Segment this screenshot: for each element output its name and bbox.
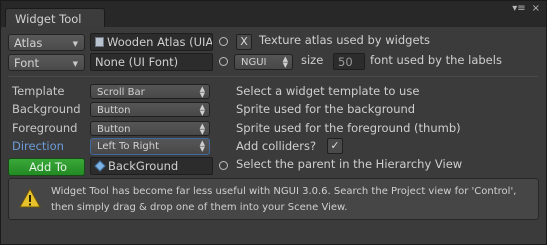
parent-object-field[interactable]: BackGround [90,157,213,175]
font-type-select[interactable]: NGUI ▲ ▼ [234,54,293,70]
atlas-button[interactable]: Atlas ▼ [8,34,85,51]
window-controls: ▾≡ × [512,4,540,14]
background-description: Sprite used for the background [236,102,416,116]
foreground-label: Foreground [12,121,78,135]
parent-picker-icon[interactable] [219,161,228,170]
gameobject-icon [94,160,106,172]
font-object-field[interactable]: None (UI Font) [90,53,213,71]
font-button-label: Font [14,56,40,70]
background-value: Button [97,105,131,116]
background-select[interactable]: Button ▲ ▼ [90,102,210,117]
template-value: Scroll Bar [97,87,145,98]
font-picker-icon[interactable] [219,57,228,66]
updown-arrows-icon: ▲ ▼ [282,55,288,69]
options-icon[interactable]: ▾≡ [512,4,525,14]
atlas-field-value: Wooden Atlas (UIA [107,35,213,49]
atlas-asset-icon [95,37,104,47]
updown-arrows-icon: ▲ ▼ [199,139,205,153]
updown-arrows-icon: ▲ ▼ [199,85,205,99]
foreground-description: Sprite used for the foreground (thumb) [236,121,461,135]
warning-icon [19,188,41,208]
font-size-label: size [301,53,324,67]
atlas-description: Texture atlas used by widgets [259,33,431,47]
tab-widget-tool[interactable]: Widget Tool [5,8,105,28]
widget-tool-window: Widget Tool ▾≡ × Atlas ▼ Wooden Atlas (U… [0,0,547,245]
background-label: Background [12,102,81,116]
warning-help-box: Widget Tool has become far less useful w… [8,178,539,220]
updown-arrows-icon: ▲ ▼ [199,103,205,117]
template-label: Template [12,84,65,98]
section-divider [8,76,538,77]
warning-message: Widget Tool has become far less useful w… [51,184,537,216]
parent-field-value: BackGround [108,159,179,173]
tool-content: Atlas ▼ Wooden Atlas (UIA X Texture atla… [1,27,546,244]
add-colliders-label: Add colliders? [236,139,317,153]
atlas-clear-button[interactable]: X [236,34,252,50]
close-icon[interactable]: × [532,4,540,14]
add-to-description: Select the parent in the Hierarchy View [236,157,463,171]
direction-label: Direction [12,139,64,153]
direction-value: Left To Right [97,141,160,152]
font-size-input[interactable]: 50 [333,53,365,70]
template-select[interactable]: Scroll Bar ▲ ▼ [90,84,210,99]
chevron-down-icon: ▼ [72,40,78,48]
add-to-button[interactable]: Add To [8,158,85,176]
updown-arrows-icon: ▲ ▼ [199,122,205,136]
template-description: Select a widget template to use [236,84,420,98]
warning-line-2: then simply drag & drop one of them into… [51,202,348,213]
atlas-button-label: Atlas [14,36,43,50]
atlas-object-field[interactable]: Wooden Atlas (UIA [90,33,213,51]
foreground-value: Button [97,124,131,135]
chevron-down-icon: ▼ [72,60,78,68]
add-colliders-checkbox[interactable]: ✓ [327,138,343,154]
font-button[interactable]: Font ▼ [8,54,85,71]
foreground-select[interactable]: Button ▲ ▼ [90,121,210,136]
warning-line-1: Widget Tool has become far less useful w… [51,186,517,197]
tab-bar: Widget Tool ▾≡ × [1,1,546,28]
font-description: font used by the labels [370,53,502,67]
font-type-value: NGUI [241,57,267,68]
atlas-picker-icon[interactable] [219,37,228,46]
direction-select[interactable]: Left To Right ▲ ▼ [90,138,210,155]
